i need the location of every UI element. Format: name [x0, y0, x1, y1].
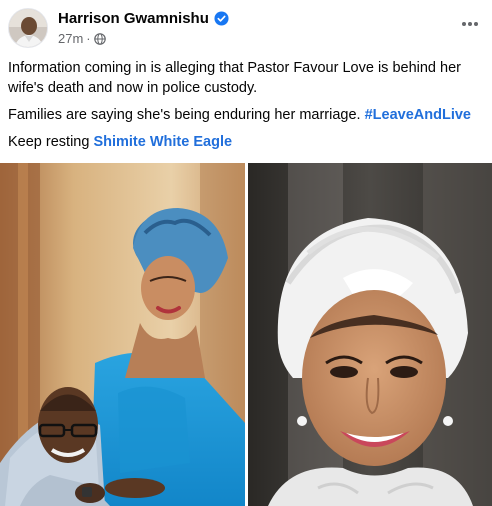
meta-separator: ·	[86, 31, 91, 46]
woman-portrait-photo[interactable]	[248, 163, 492, 506]
mention-link[interactable]: Shimite White Eagle	[93, 134, 232, 150]
author-avatar[interactable]	[8, 8, 48, 48]
photo-grid	[0, 163, 492, 506]
hashtag-link[interactable]: #LeaveAndLive	[365, 107, 471, 123]
globe-icon[interactable]	[93, 32, 106, 45]
more-options-button[interactable]	[456, 10, 484, 38]
post-paragraph-1: Information coming in is alleging that P…	[8, 60, 461, 96]
post-header: Harrison Gwamnishu 27m ·	[8, 8, 484, 52]
paragraph-2-text: Families are saying she's being enduring…	[8, 107, 361, 123]
couple-photo[interactable]	[0, 163, 245, 506]
post-meta: 27m ·	[58, 31, 106, 46]
post-paragraph-2: Families are saying she's being enduring…	[8, 105, 484, 125]
more-options-icon	[462, 22, 478, 26]
author-name[interactable]: Harrison Gwamnishu	[58, 10, 209, 27]
author-line: Harrison Gwamnishu	[58, 10, 229, 27]
facebook-post: Harrison Gwamnishu 27m · Information com…	[0, 0, 492, 506]
post-body: Information coming in is alleging that P…	[8, 58, 484, 159]
verified-badge-icon	[214, 11, 229, 26]
paragraph-3-text: Keep resting	[8, 134, 90, 150]
post-timestamp[interactable]: 27m	[58, 31, 83, 46]
post-paragraph-3: Keep resting Shimite White Eagle	[8, 132, 484, 152]
